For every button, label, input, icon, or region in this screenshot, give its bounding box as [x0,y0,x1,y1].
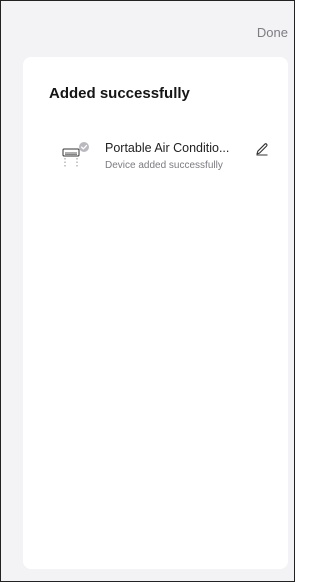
check-badge-icon [79,142,89,152]
device-name: Portable Air Conditio... [105,141,230,155]
pencil-icon[interactable] [254,141,270,157]
page-title: Added successfully [49,85,190,102]
device-status: Device added successfully [105,160,223,171]
top-bar: Done [1,1,294,53]
air-conditioner-icon [62,142,89,167]
result-card: Added successfully Portable Air Conditio… [23,57,288,569]
device-list-item[interactable]: Portable Air Conditio... Device added su… [61,141,270,191]
screen: Done Added successfully Portable Air Con… [0,0,295,582]
done-button[interactable]: Done [257,25,288,40]
